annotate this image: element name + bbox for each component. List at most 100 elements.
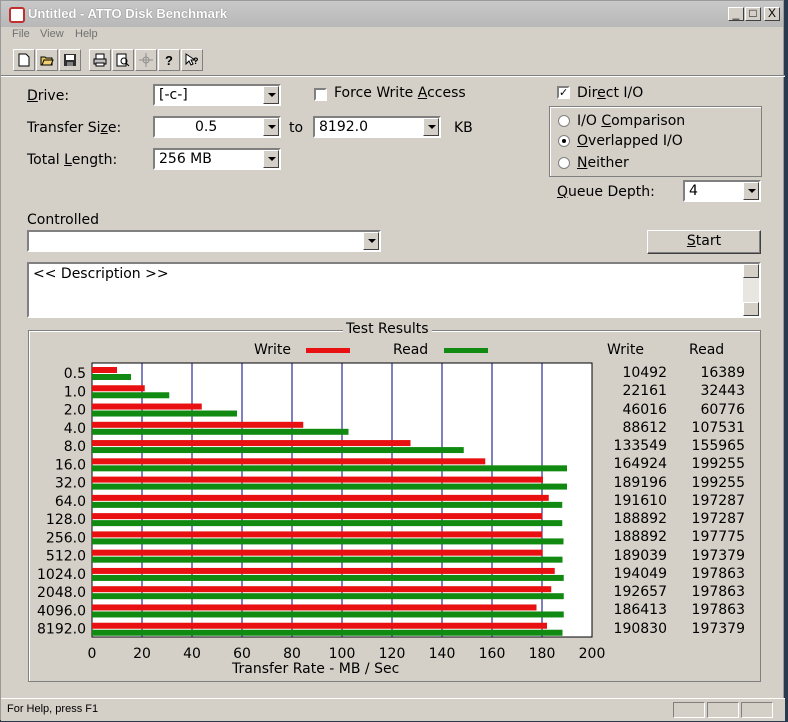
move-icon[interactable] [135,49,157,71]
chevron-down-icon[interactable] [263,118,279,136]
x-tick-label: 40 [183,646,201,662]
write-bar [92,604,537,611]
help-icon[interactable]: ? [158,49,180,71]
io-comparison-radio[interactable] [558,115,570,127]
write-value: 10492 [622,365,667,381]
force-write-checkbox[interactable] [314,88,327,101]
x-tick-label: 100 [329,646,356,662]
direct-io-checkbox[interactable]: ✓ [557,86,570,99]
status-panel-3 [741,702,773,718]
x-axis-label: Transfer Rate - MB / Sec [232,661,400,677]
read-value: 32443 [700,383,745,400]
read-value: 197287 [691,492,745,509]
start-button[interactable]: Start [647,230,761,254]
y-tick-label: 2048.0 [37,585,86,601]
write-value: 188892 [613,529,667,546]
description-scrollbar[interactable] [743,264,759,316]
write-value: 46016 [622,401,667,418]
write-value: 88612 [622,419,667,436]
y-tick-label: 64.0 [55,494,86,510]
controlled-select[interactable] [27,230,381,252]
close-button[interactable]: X [764,7,780,21]
read-bar [92,501,563,508]
toolbar-separator [1,75,785,77]
x-tick-label: 20 [133,646,151,662]
write-bar [92,367,117,373]
y-tick-label: 1.0 [64,384,86,400]
read-value: 197863 [691,602,745,619]
legend-write-swatch [306,348,350,353]
new-file-icon[interactable] [13,49,35,71]
y-tick-label: 512.0 [46,549,86,565]
menu-file[interactable]: File [12,28,30,40]
y-tick-label: 16.0 [55,457,86,473]
read-column-header: Read [689,342,725,358]
context-help-icon[interactable]: ? [181,49,203,71]
write-value: 164924 [613,456,667,473]
overlapped-io-radio[interactable] [558,135,570,147]
drive-label: Drive: [27,88,70,104]
title-bar[interactable]: Untitled - ATTO Disk Benchmark _ □ X [1,1,783,27]
write-value: 191610 [613,492,667,509]
write-value: 189039 [613,547,667,564]
maximize-button[interactable]: □ [745,7,761,21]
write-bar [92,421,304,428]
write-bar [92,567,555,574]
read-value: 197863 [691,565,745,582]
scroll-down-icon[interactable] [743,302,759,316]
write-bar [92,403,202,410]
total-length-value: 256 MB [159,151,212,167]
x-tick-label: 200 [579,646,606,662]
read-bar [92,483,567,490]
drive-select[interactable]: [-c-] [153,84,281,106]
x-tick-label: 160 [479,646,506,662]
write-value: 22161 [622,383,667,400]
y-tick-label: 2.0 [64,403,86,419]
read-bar [92,447,464,454]
transfer-to-select[interactable]: 8192.0 [313,116,441,138]
write-bar [92,622,547,629]
menu-help[interactable]: Help [75,28,98,40]
read-value: 197287 [691,511,745,528]
write-value: 192657 [613,584,667,601]
print-preview-icon[interactable] [112,49,134,71]
minimize-button[interactable]: _ [728,7,744,21]
description-textarea[interactable]: << Description >> [27,262,761,318]
transfer-rate-chart: 0 20 40 60 80 100 120 140 160 180 200 0.5 1.0 2.0 4.0 8… [37,362,606,662]
menu-view[interactable]: View [40,28,64,40]
total-length-select[interactable]: 256 MB [153,148,281,170]
open-folder-icon[interactable] [36,49,58,71]
transfer-from-select[interactable]: 0.5 [153,116,281,138]
scroll-up-icon[interactable] [743,264,759,278]
neither-radio[interactable] [558,157,570,169]
write-column-header: Write [607,342,644,358]
print-icon[interactable] [89,49,111,71]
test-results-title: Test Results [343,321,432,337]
queue-depth-select[interactable]: 4 [683,180,761,202]
y-tick-label: 256.0 [46,530,86,546]
read-value: 197863 [691,584,745,601]
chevron-down-icon[interactable] [263,86,279,104]
legend-read-swatch [444,348,488,353]
write-value: 133549 [613,438,667,455]
chevron-down-icon[interactable] [263,150,279,168]
read-bar [92,538,564,545]
transfer-to-value: 8192.0 [319,119,368,135]
chevron-down-icon[interactable] [743,182,759,200]
write-value: 189196 [613,474,667,491]
to-label: to [289,120,304,136]
write-bar [92,385,145,392]
read-value: 197379 [691,547,745,564]
queue-depth-value: 4 [689,183,698,199]
y-tick-label: 32.0 [55,476,86,492]
write-value: 190830 [613,620,667,637]
chevron-down-icon[interactable] [363,232,379,250]
save-icon[interactable] [59,49,81,71]
read-value: 16389 [700,365,745,381]
x-tick-label: 0 [88,646,97,662]
read-value: 107531 [691,419,745,436]
queue-depth-label: Queue Depth: [557,184,655,200]
svg-text:?: ? [165,53,173,67]
y-tick-label: 128.0 [46,512,86,528]
chevron-down-icon[interactable] [423,118,439,136]
